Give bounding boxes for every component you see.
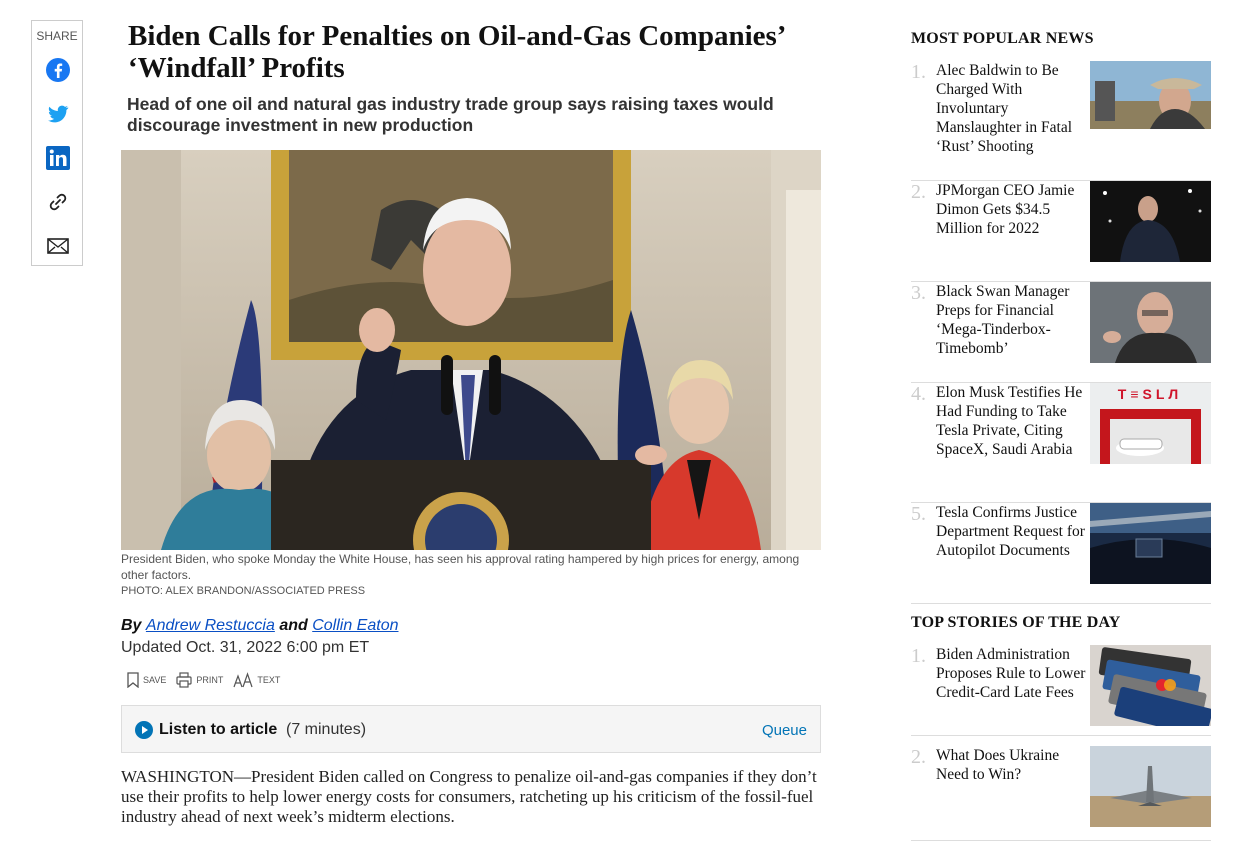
save-label: SAVE bbox=[143, 675, 167, 685]
item-number: 3. bbox=[911, 282, 926, 304]
byline: By Andrew Restuccia and Collin Eaton bbox=[121, 617, 399, 635]
thumbnail-image[interactable] bbox=[1090, 503, 1211, 584]
author-link-2[interactable]: Collin Eaton bbox=[312, 617, 398, 634]
save-button[interactable]: SAVE bbox=[127, 672, 166, 688]
thumbnail-image[interactable]: T≡SLЛ bbox=[1090, 383, 1211, 464]
share-rail: SHARE bbox=[31, 20, 83, 266]
thumbnail-fighter-jet bbox=[1090, 746, 1211, 827]
item-title[interactable]: Alec Baldwin to Be Charged With Involunt… bbox=[936, 61, 1088, 156]
item-title[interactable]: What Does Ukraine Need to Win? bbox=[936, 746, 1088, 784]
listen-duration: (7 minutes) bbox=[286, 721, 367, 738]
print-label: PRINT bbox=[196, 675, 224, 685]
facebook-icon[interactable] bbox=[45, 57, 71, 83]
item-title[interactable]: Tesla Confirms Justice Department Reques… bbox=[936, 503, 1088, 560]
article-headline: Biden Calls for Penalties on Oil-and-Gas… bbox=[128, 20, 785, 84]
hero-photo-illustration bbox=[121, 150, 821, 550]
text-size-button[interactable]: TEXT bbox=[233, 672, 280, 688]
thumbnail-image[interactable] bbox=[1090, 282, 1211, 363]
text-label: TEXT bbox=[257, 675, 281, 685]
printer-icon bbox=[176, 672, 192, 688]
twitter-icon[interactable] bbox=[45, 101, 71, 127]
print-button[interactable]: PRINT bbox=[176, 672, 223, 688]
thumbnail-car-interior bbox=[1090, 503, 1211, 584]
item-number: 5. bbox=[911, 503, 926, 525]
author-link-1[interactable]: Andrew Restuccia bbox=[146, 617, 275, 634]
share-label: SHARE bbox=[36, 29, 78, 43]
listen-label: Listen to article bbox=[159, 721, 278, 738]
svg-text:T≡SLЛ: T≡SLЛ bbox=[1118, 386, 1182, 402]
play-icon[interactable] bbox=[135, 721, 153, 739]
text-size-icon bbox=[233, 672, 253, 688]
queue-link[interactable]: Queue bbox=[762, 722, 807, 739]
article-hero-photo bbox=[121, 150, 821, 550]
listen-to-article-bar[interactable]: Listen to article (7 minutes) Queue bbox=[121, 705, 821, 753]
email-icon[interactable] bbox=[45, 233, 71, 259]
linkedin-icon[interactable] bbox=[45, 145, 71, 171]
item-number: 2. bbox=[911, 181, 926, 203]
item-number: 1. bbox=[911, 61, 926, 83]
thumbnail-man-in-hat bbox=[1090, 61, 1211, 129]
divider bbox=[911, 840, 1211, 841]
byline-by: By bbox=[121, 617, 142, 634]
thumbnail-image[interactable] bbox=[1090, 746, 1211, 827]
link-icon[interactable] bbox=[45, 189, 71, 215]
thumbnail-bald-man-speaking bbox=[1090, 282, 1211, 363]
byline-and: and bbox=[279, 617, 308, 634]
most-popular-heading: MOST POPULAR NEWS bbox=[911, 30, 1094, 47]
article-body-paragraph: WASHINGTON—President Biden called on Con… bbox=[121, 767, 817, 826]
updated-timestamp: Updated Oct. 31, 2022 6:00 pm ET bbox=[121, 639, 370, 656]
photo-credit: PHOTO: ALEX BRANDON/ASSOCIATED PRESS bbox=[121, 585, 366, 597]
item-number: 4. bbox=[911, 383, 926, 405]
thumbnail-tesla-charger: T≡SLЛ bbox=[1090, 383, 1211, 464]
bookmark-icon bbox=[127, 672, 139, 688]
article-tools: SAVE PRINT TEXT bbox=[127, 672, 280, 688]
article-dek: Head of one oil and natural gas industry… bbox=[127, 94, 774, 135]
top-stories-heading: TOP STORIES OF THE DAY bbox=[911, 614, 1121, 631]
item-number: 2. bbox=[911, 746, 926, 768]
divider bbox=[911, 735, 1211, 736]
thumbnail-image[interactable] bbox=[1090, 645, 1211, 726]
thumbnail-image[interactable] bbox=[1090, 181, 1211, 262]
thumbnail-credit-cards bbox=[1090, 645, 1211, 726]
thumbnail-man-on-stage bbox=[1090, 181, 1211, 262]
thumbnail-image[interactable] bbox=[1090, 61, 1211, 129]
item-title[interactable]: JPMorgan CEO Jamie Dimon Gets $34.5 Mill… bbox=[936, 181, 1088, 238]
item-title[interactable]: Black Swan Manager Preps for Financial ‘… bbox=[936, 282, 1088, 358]
item-number: 1. bbox=[911, 645, 926, 667]
photo-caption: President Biden, who spoke Monday the Wh… bbox=[121, 552, 800, 582]
divider bbox=[911, 603, 1211, 604]
item-title[interactable]: Elon Musk Testifies He Had Funding to Ta… bbox=[936, 383, 1088, 459]
item-title[interactable]: Biden Administration Proposes Rule to Lo… bbox=[936, 645, 1088, 702]
